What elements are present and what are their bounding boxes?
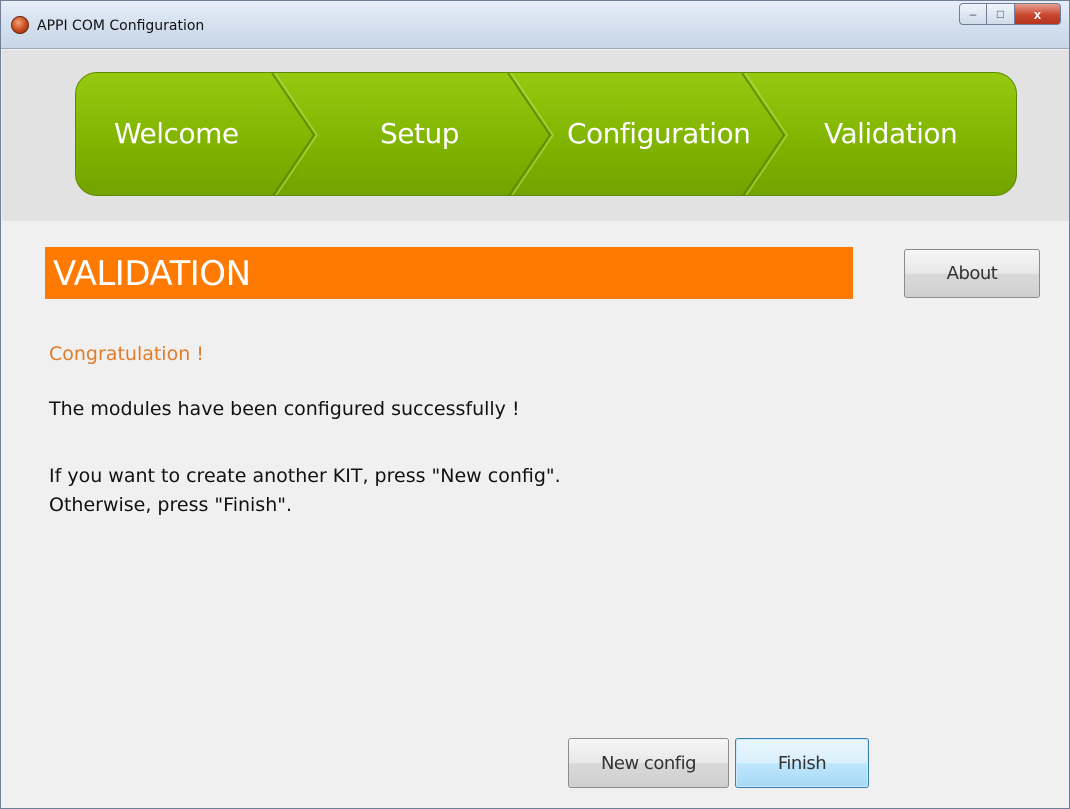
section-title: VALIDATION xyxy=(53,254,251,294)
instruction-line-1: If you want to create another KIT, press… xyxy=(49,465,561,487)
window-title: APPI COM Configuration xyxy=(37,18,205,34)
new-config-button[interactable]: New config xyxy=(568,738,729,788)
app-logo-icon xyxy=(11,16,29,34)
congratulation-text: Congratulation ! xyxy=(49,343,204,365)
minimize-button[interactable]: – xyxy=(959,3,987,25)
step-validation: Validation xyxy=(824,117,958,150)
wizard-steps: Welcome Setup Configuration Validation xyxy=(75,72,1017,196)
title-bar[interactable]: APPI COM Configuration – □ x xyxy=(1,1,1069,49)
maximize-icon: □ xyxy=(996,7,1005,21)
maximize-button[interactable]: □ xyxy=(987,3,1015,25)
instruction-line-2: Otherwise, press "Finish". xyxy=(49,494,293,516)
finish-button[interactable]: Finish xyxy=(735,738,869,788)
close-icon: x xyxy=(1033,6,1042,22)
success-message: The modules have been configured success… xyxy=(49,398,520,420)
step-setup: Setup xyxy=(380,117,460,150)
minimize-icon: – xyxy=(969,7,977,21)
window-controls: – □ x xyxy=(959,3,1061,25)
step-welcome: Welcome xyxy=(114,117,239,150)
about-button[interactable]: About xyxy=(904,249,1040,298)
close-button[interactable]: x xyxy=(1015,3,1061,25)
step-configuration: Configuration xyxy=(567,117,751,150)
